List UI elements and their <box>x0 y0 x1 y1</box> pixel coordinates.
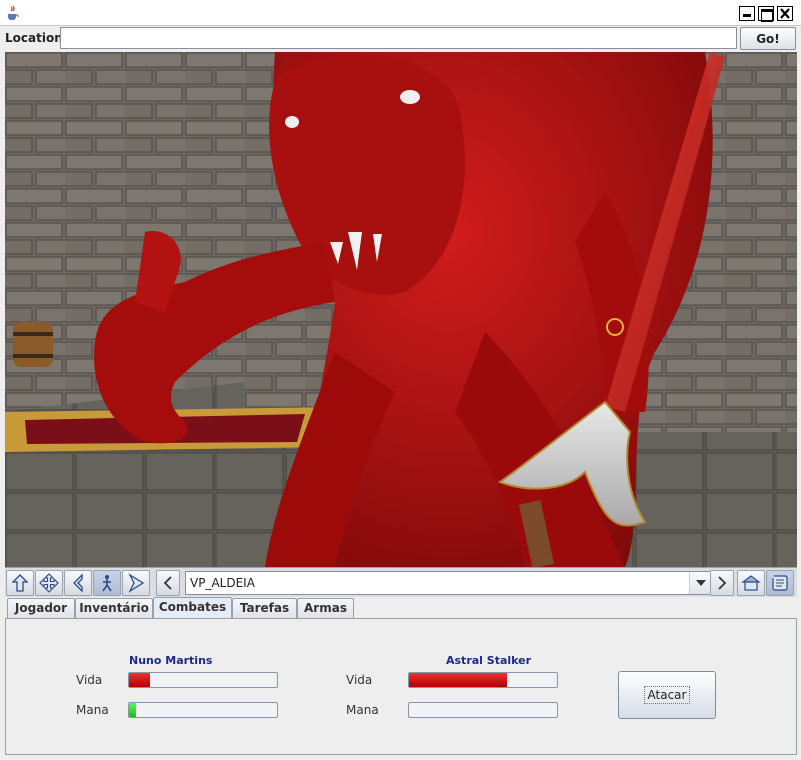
close-icon <box>780 8 790 19</box>
close-button[interactable] <box>777 6 793 21</box>
pan-icon <box>39 573 59 593</box>
attack-label: Atacar <box>643 686 691 704</box>
tab-strip: Jogador Inventário Combates Tarefas Arma… <box>5 597 797 619</box>
scroll-button[interactable] <box>766 570 794 596</box>
enemy-mana-bar <box>408 702 558 718</box>
scroll-icon <box>772 575 788 591</box>
player-mana-fill <box>129 703 137 717</box>
pan-button[interactable] <box>35 570 63 596</box>
study-icon <box>102 575 112 592</box>
tab-jogador[interactable]: Jogador <box>7 598 75 618</box>
fly-icon <box>128 573 145 593</box>
viewpoint-select[interactable]: VP_ALDEIA <box>185 571 712 595</box>
player-vida-bar <box>128 672 278 688</box>
turn-icon <box>73 573 83 593</box>
tab-combates[interactable]: Combates <box>153 597 232 619</box>
window-titlebar <box>0 0 801 26</box>
previous-viewpoint-button[interactable] <box>156 570 180 596</box>
viewpoint-value: VP_ALDEIA <box>190 576 255 590</box>
walk-icon <box>11 574 29 592</box>
location-label: Location: <box>5 31 68 45</box>
java-cup-icon <box>8 5 19 20</box>
barrel <box>13 322 53 367</box>
tab-armas[interactable]: Armas <box>297 598 354 618</box>
player-vida-fill <box>129 673 150 687</box>
enemy-name: Astral Stalker <box>446 654 532 667</box>
go-button[interactable]: Go! <box>740 27 796 50</box>
player-mana-label: Mana <box>76 703 109 717</box>
combat-panel: Nuno Martins Vida Mana Astral Stalker Vi… <box>5 618 797 755</box>
enemy-mana-label: Mana <box>346 703 379 717</box>
player-vida-label: Vida <box>76 673 103 687</box>
tab-inventario[interactable]: Inventário <box>75 598 153 618</box>
next-viewpoint-button[interactable] <box>710 570 734 596</box>
minimize-button[interactable] <box>739 6 755 21</box>
player-mana-bar <box>128 702 278 718</box>
player-name: Nuno Martins <box>129 654 213 667</box>
tab-tarefas[interactable]: Tarefas <box>232 598 297 618</box>
chevron-left-icon <box>163 576 172 590</box>
location-bar: Location: Go! <box>0 26 801 52</box>
study-button[interactable] <box>93 570 121 596</box>
walk-button[interactable] <box>6 570 34 596</box>
turn-button[interactable] <box>64 570 92 596</box>
home-icon <box>741 575 761 591</box>
attack-button[interactable]: Atacar <box>618 671 716 719</box>
chevron-down-icon[interactable] <box>689 572 711 594</box>
enemy-vida-bar <box>408 672 558 688</box>
location-input[interactable] <box>60 27 737 49</box>
home-button[interactable] <box>737 570 765 596</box>
navigation-toolbar: VP_ALDEIA <box>5 567 797 597</box>
fly-button[interactable] <box>122 570 150 596</box>
enemy-vida-label: Vida <box>346 673 373 687</box>
chevron-right-icon <box>718 576 727 590</box>
scene-viewport[interactable] <box>5 52 797 567</box>
enemy-vida-fill <box>409 673 507 687</box>
maximize-button[interactable] <box>758 6 774 22</box>
